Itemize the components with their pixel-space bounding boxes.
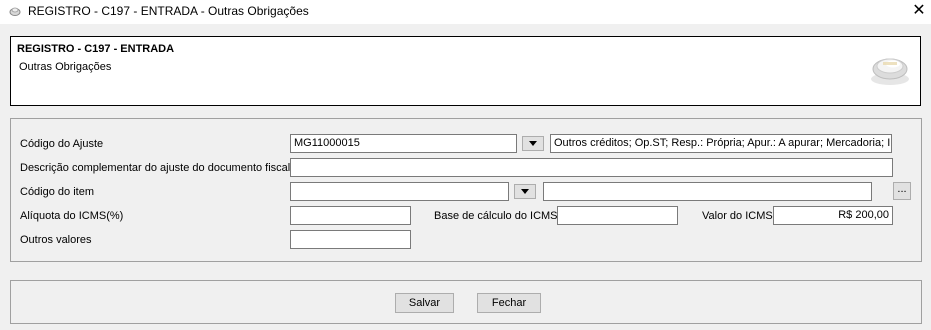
outros-valores-input[interactable] <box>290 230 411 249</box>
page-title: REGISTRO - C197 - ENTRADA <box>17 43 175 55</box>
codigo-item-label: Código do item <box>20 186 94 198</box>
codigo-ajuste-description-field[interactable]: Outros créditos; Op.ST; Resp.: Própria; … <box>550 134 892 153</box>
page-subtitle: Outras Obrigações <box>19 61 112 73</box>
valor-icms-label: Valor do ICMS <box>702 210 773 222</box>
codigo-item-input[interactable] <box>290 182 509 201</box>
form-panel: Código do Ajuste MG11000015 Outros crédi… <box>10 118 922 262</box>
window-title: REGISTRO - C197 - ENTRADA - Outras Obrig… <box>28 4 309 18</box>
valor-icms-input[interactable]: R$ 200,00 <box>773 206 893 225</box>
base-calculo-icms-label: Base de cálculo do ICMS <box>434 210 558 222</box>
descricao-complementar-input[interactable] <box>290 158 893 177</box>
footer-panel: Salvar Fechar <box>10 280 922 324</box>
codigo-item-description-field[interactable] <box>543 182 872 201</box>
codigo-ajuste-label: Código do Ajuste <box>20 138 104 150</box>
header-panel: REGISTRO - C197 - ENTRADA Outras Obrigaç… <box>10 36 921 106</box>
close-button[interactable]: Fechar <box>477 293 541 313</box>
codigo-item-dropdown-button[interactable] <box>514 184 536 199</box>
codigo-ajuste-input[interactable]: MG11000015 <box>290 134 517 153</box>
outros-valores-label: Outros valores <box>20 234 92 246</box>
aliquota-icms-label: Alíquota do ICMS(%) <box>20 210 124 222</box>
base-calculo-icms-input[interactable] <box>557 206 678 225</box>
app-icon <box>9 5 21 17</box>
disc-logo-icon <box>869 53 911 90</box>
save-button[interactable]: Salvar <box>395 293 454 313</box>
title-bar: REGISTRO - C197 - ENTRADA - Outras Obrig… <box>0 0 931 24</box>
codigo-item-search-button[interactable]: ... <box>893 182 911 200</box>
close-icon[interactable]: ✕ <box>907 1 931 23</box>
codigo-ajuste-dropdown-button[interactable] <box>522 136 544 151</box>
descricao-complementar-label: Descrição complementar do ajuste do docu… <box>20 162 291 174</box>
aliquota-icms-input[interactable] <box>290 206 411 225</box>
